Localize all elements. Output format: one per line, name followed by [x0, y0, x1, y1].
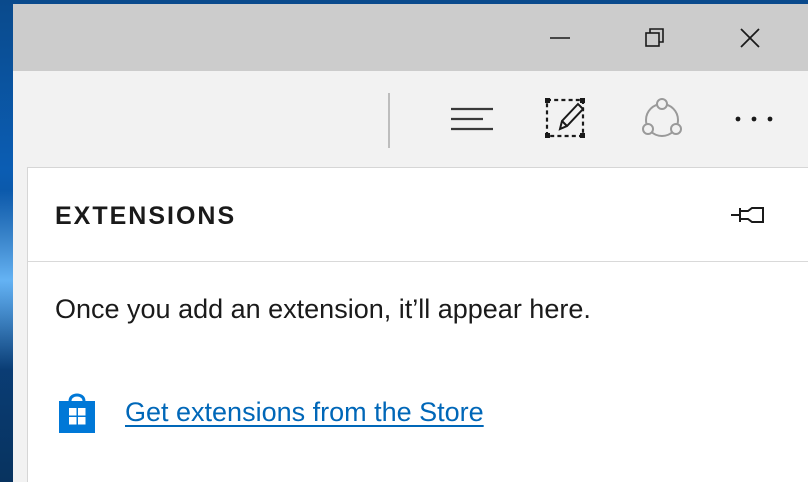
browser-toolbar — [13, 71, 808, 167]
minimize-button[interactable] — [513, 4, 607, 71]
restore-icon — [645, 27, 664, 47]
store-icon — [59, 393, 95, 433]
empty-state-message: Once you add an extension, it’ll appear … — [55, 294, 591, 324]
pin-icon — [731, 207, 764, 223]
store-link-row[interactable]: Get extensions from the Store — [55, 388, 484, 436]
extensions-panel: EXTENSIONS Once you add an extension, it… — [27, 167, 808, 482]
minimize-icon — [550, 36, 570, 39]
more-button[interactable] — [726, 91, 782, 147]
share-button[interactable] — [634, 91, 690, 147]
pin-button[interactable] — [728, 202, 768, 228]
web-note-button[interactable] — [538, 91, 594, 147]
panel-title: EXTENSIONS — [55, 202, 237, 230]
restore-button[interactable] — [608, 4, 702, 71]
hub-icon — [451, 107, 493, 131]
store-icon-wrapper[interactable] — [55, 388, 99, 436]
desktop-background — [0, 190, 14, 370]
extensions-panel-header: EXTENSIONS — [28, 168, 808, 262]
close-icon — [740, 27, 760, 48]
get-extensions-link[interactable]: Get extensions from the Store — [125, 397, 484, 428]
title-bar[interactable] — [13, 4, 808, 71]
toolbar-divider — [388, 93, 390, 148]
hub-button[interactable] — [444, 91, 500, 147]
web-note-icon — [545, 98, 585, 138]
close-button[interactable] — [703, 4, 797, 71]
browser-window: EXTENSIONS Once you add an extension, it… — [13, 4, 808, 482]
share-icon — [642, 98, 682, 137]
more-icon — [735, 116, 773, 122]
